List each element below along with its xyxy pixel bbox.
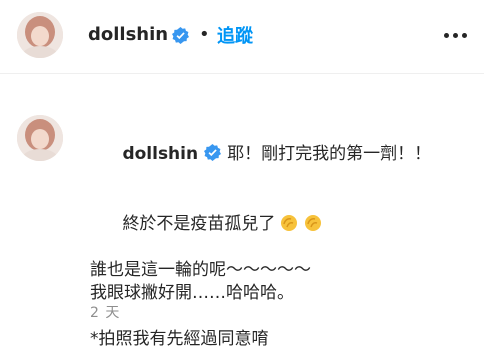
separator-dot: •: [199, 24, 210, 45]
verified-badge-icon: [204, 144, 222, 161]
caption-text: dollshin 耶！剛打完我的第一劑！！ 終於不是疫苗孤兒了 誰也是這一輪的呢～…: [90, 120, 470, 351]
caption-username[interactable]: dollshin: [122, 144, 198, 164]
verified-badge-icon: [172, 27, 189, 44]
clapping-hands-icon: [305, 215, 322, 231]
caption-comment: dollshin 耶！剛打完我的第一劑！！ 終於不是疫苗孤兒了 誰也是這一輪的呢～…: [0, 74, 484, 349]
avatar[interactable]: [17, 115, 63, 161]
caption-line: *拍照我有先經過同意唷: [90, 329, 269, 349]
caption-line: 誰也是這一輪的呢～～～～～: [90, 260, 311, 280]
caption-line: 我眼球撇好開……哈哈哈。: [90, 283, 294, 303]
clapping-hands-icon: [281, 215, 298, 231]
caption-line: 終於不是疫苗孤兒了: [122, 214, 276, 234]
caption-line: 耶！剛打完我的第一劑！！: [227, 144, 432, 164]
username[interactable]: dollshin: [88, 24, 168, 45]
avatar[interactable]: [17, 12, 63, 58]
more-options-icon[interactable]: [440, 24, 470, 46]
follow-button[interactable]: 追蹤: [217, 22, 253, 48]
timestamp[interactable]: 2 天: [90, 302, 120, 322]
post-header: dollshin • 追蹤: [0, 0, 484, 74]
caption-line: [90, 305, 470, 328]
